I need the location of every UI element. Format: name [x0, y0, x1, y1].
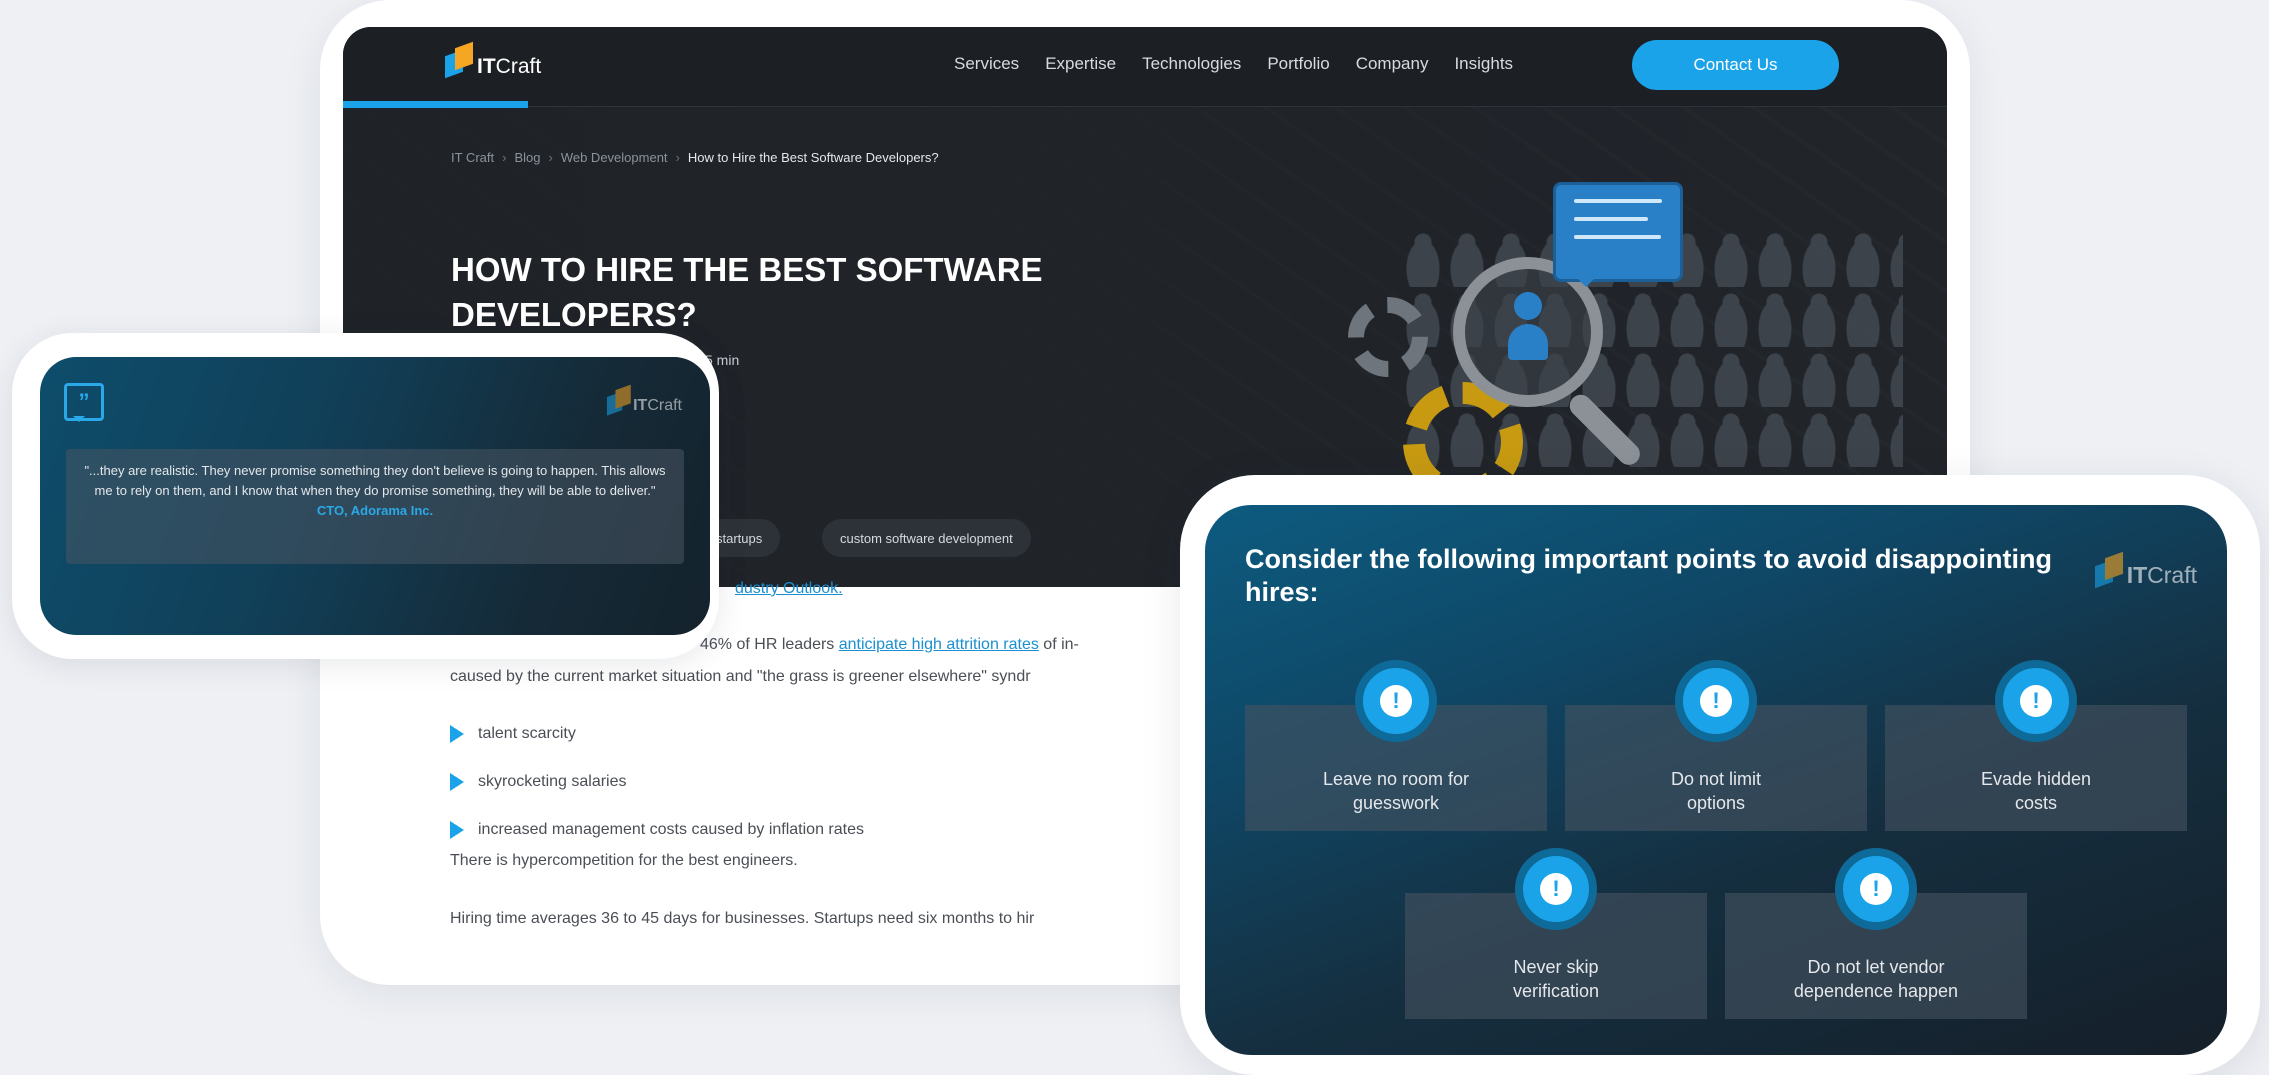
person-icon: [1508, 292, 1548, 372]
nav-active-indicator: [343, 101, 528, 108]
code-bubble-icon: [1553, 182, 1683, 287]
list-item: skyrocketing salaries: [450, 758, 864, 806]
arrow-bullet-icon: [450, 821, 464, 839]
watermark-logo: ITCraft: [605, 384, 682, 417]
quote-icon: ”: [64, 383, 104, 422]
breadcrumb-home[interactable]: IT Craft: [451, 150, 494, 165]
breadcrumb-web-dev[interactable]: Web Development: [561, 150, 668, 165]
breadcrumb-separator: ›: [548, 150, 553, 165]
page-title: HOW TO HIRE THE BEST SOFTWARE DEVELOPERS…: [451, 251, 1043, 333]
source-link[interactable]: dustry Outlook.: [735, 580, 843, 598]
article-paragraph: Hiring time averages 36 to 45 days for b…: [450, 910, 1035, 927]
breadcrumb-separator: ›: [675, 150, 680, 165]
nav-company[interactable]: Company: [1356, 54, 1429, 74]
breadcrumb: IT Craft › Blog › Web Development › How …: [451, 150, 939, 165]
logo-mark-icon: [445, 41, 475, 81]
article-paragraph: 46% of HR leaders anticipate high attrit…: [700, 636, 1079, 653]
breadcrumb-separator: ›: [502, 150, 507, 165]
breadcrumb-current: How to Hire the Best Software Developers…: [687, 150, 939, 165]
attrition-link[interactable]: anticipate high attrition rates: [839, 636, 1039, 653]
site-logo[interactable]: ITCraft: [445, 41, 542, 81]
contact-us-button[interactable]: Contact Us: [1632, 40, 1839, 90]
list-item: talent scarcity: [450, 710, 864, 758]
quote-text-box: "...they are realistic. They never promi…: [66, 449, 684, 564]
navbar: ITCraft Services Expertise Technologies …: [343, 27, 1947, 108]
testimonial-card: ” ITCraft "...they are realistic. They n…: [40, 357, 710, 635]
arrow-bullet-icon: [450, 773, 464, 791]
alert-icon: !: [1675, 660, 1757, 742]
points-card: Consider the following important points …: [1205, 505, 2227, 1055]
arrow-bullet-icon: [450, 725, 464, 743]
nav-services[interactable]: Services: [954, 54, 1019, 74]
alert-icon: !: [1835, 848, 1917, 930]
tag-custom-software[interactable]: custom software development: [822, 519, 1031, 557]
list-item: increased management costs caused by inf…: [450, 806, 864, 854]
nav-portfolio[interactable]: Portfolio: [1267, 54, 1329, 74]
alert-icon: !: [1515, 848, 1597, 930]
logo-mark-icon: [2094, 551, 2125, 591]
quote-text: "...they are realistic. They never promi…: [84, 463, 666, 498]
nav-technologies[interactable]: Technologies: [1142, 54, 1241, 74]
quote-author: CTO, Adorama Inc.: [316, 503, 434, 518]
nav-links: Services Expertise Technologies Portfoli…: [954, 54, 1513, 74]
gear-icon: [1348, 297, 1428, 377]
alert-icon: !: [1355, 660, 1437, 742]
logo-text: ITCraft: [477, 55, 542, 78]
logo-mark-icon: [607, 384, 631, 416]
nav-insights[interactable]: Insights: [1454, 54, 1513, 74]
watermark-logo: ITCraft: [2094, 551, 2197, 591]
points-title: Consider the following important points …: [1245, 544, 2052, 607]
alert-icon: !: [1995, 660, 2077, 742]
article-paragraph: There is hypercompetition for the best e…: [450, 852, 798, 869]
breadcrumb-blog[interactable]: Blog: [514, 150, 540, 165]
bullet-list: talent scarcity skyrocketing salaries in…: [450, 710, 864, 854]
nav-expertise[interactable]: Expertise: [1045, 54, 1116, 74]
article-paragraph: caused by the current market situation a…: [450, 668, 1031, 685]
